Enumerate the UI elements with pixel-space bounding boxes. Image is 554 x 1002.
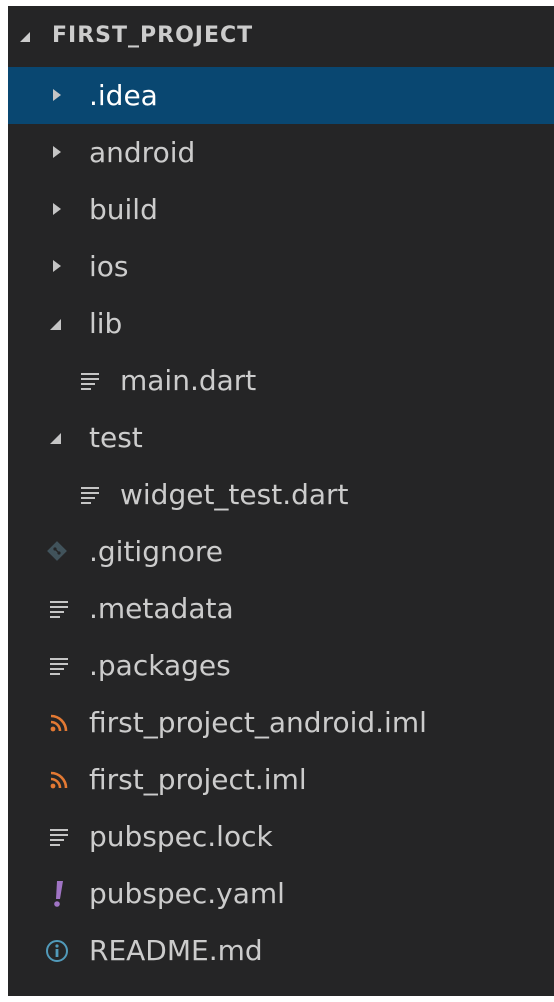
file-explorer-panel: FIRST_PROJECT .idea android build ios li… bbox=[8, 6, 554, 996]
chevron-down-icon bbox=[50, 319, 61, 330]
tree-item-widget-test-dart[interactable]: widget_test.dart bbox=[8, 466, 554, 523]
tree-item-main-dart[interactable]: main.dart bbox=[8, 352, 554, 409]
tree-item-ios[interactable]: ios bbox=[8, 238, 554, 295]
rss-icon bbox=[50, 714, 68, 732]
project-title: FIRST_PROJECT bbox=[52, 23, 254, 48]
tree-item-packages[interactable]: .packages bbox=[8, 637, 554, 694]
tree-item-metadata[interactable]: .metadata bbox=[8, 580, 554, 637]
git-icon bbox=[47, 541, 67, 561]
text-file-icon bbox=[50, 829, 68, 847]
tree-item-label: android bbox=[89, 136, 196, 169]
tree-item-label: pubspec.lock bbox=[89, 820, 273, 853]
tree-item-label: test bbox=[89, 421, 143, 454]
chevron-right-icon bbox=[53, 89, 61, 101]
tree-item-label: .gitignore bbox=[89, 535, 223, 568]
tree-item-pubspec-yaml[interactable]: pubspec.yaml bbox=[8, 865, 554, 922]
tree-item-pubspec-lock[interactable]: pubspec.lock bbox=[8, 808, 554, 865]
tree-item-label: README.md bbox=[89, 934, 263, 967]
text-file-icon bbox=[81, 487, 99, 505]
chevron-right-icon bbox=[53, 146, 61, 158]
tree-item-label: pubspec.yaml bbox=[89, 877, 285, 910]
text-file-icon bbox=[50, 658, 68, 676]
tree-item-label: .metadata bbox=[89, 592, 234, 625]
tree-item-label: first_project.iml bbox=[89, 763, 307, 796]
tree-item-label: .packages bbox=[89, 649, 231, 682]
tree-item-label: build bbox=[89, 193, 158, 226]
chevron-down-icon bbox=[50, 433, 61, 444]
tree-item-first-project-iml[interactable]: first_project.iml bbox=[8, 751, 554, 808]
tree-item-label: main.dart bbox=[120, 364, 257, 397]
tree-item-first-project-android-iml[interactable]: first_project_android.iml bbox=[8, 694, 554, 751]
tree-item-label: .idea bbox=[89, 79, 158, 112]
rss-icon bbox=[50, 771, 68, 789]
chevron-down-icon bbox=[20, 32, 30, 42]
tree-item-build[interactable]: build bbox=[8, 181, 554, 238]
tree-item-readme-md[interactable]: README.md bbox=[8, 922, 554, 979]
tree-item-gitignore[interactable]: .gitignore bbox=[8, 523, 554, 580]
tree-item-idea[interactable]: .idea bbox=[8, 67, 554, 124]
text-file-icon bbox=[50, 601, 68, 619]
tree-item-label: ios bbox=[89, 250, 129, 283]
tree-item-label: first_project_android.iml bbox=[89, 706, 427, 739]
chevron-right-icon bbox=[53, 260, 61, 272]
tree-item-android[interactable]: android bbox=[8, 124, 554, 181]
tree-item-lib[interactable]: lib bbox=[8, 295, 554, 352]
info-icon bbox=[46, 940, 68, 962]
text-file-icon bbox=[81, 373, 99, 391]
tree-item-test[interactable]: test bbox=[8, 409, 554, 466]
exclamation-icon bbox=[54, 881, 63, 907]
tree-item-label: lib bbox=[89, 307, 123, 340]
tree-item-label: widget_test.dart bbox=[120, 478, 349, 511]
chevron-right-icon bbox=[53, 203, 61, 215]
project-folder-header[interactable]: FIRST_PROJECT bbox=[8, 6, 554, 66]
